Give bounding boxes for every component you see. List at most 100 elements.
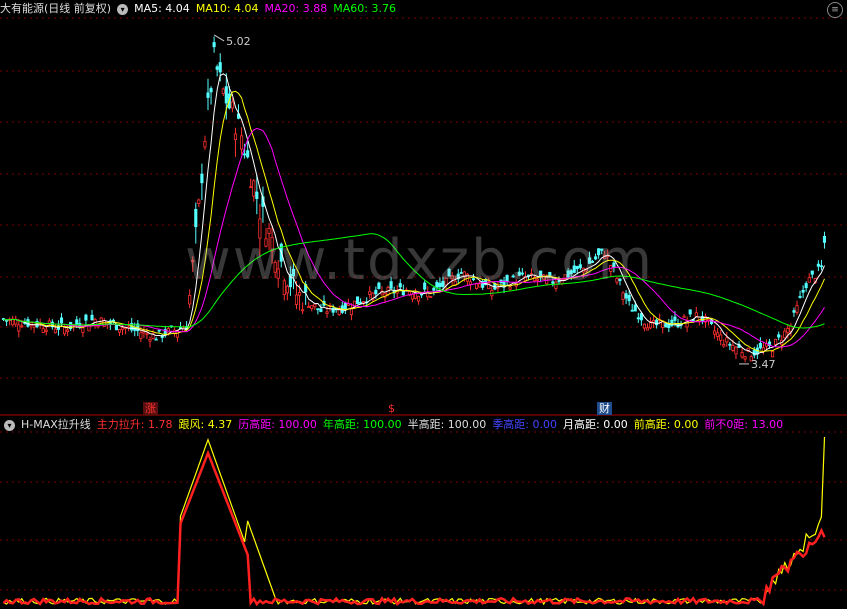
candle bbox=[346, 298, 350, 306]
candle bbox=[670, 315, 674, 328]
candle bbox=[621, 291, 625, 305]
ind-follow: 跟风: 4.37 bbox=[178, 418, 233, 431]
candle bbox=[50, 319, 54, 330]
event-badge-finance[interactable]: 财 bbox=[597, 402, 612, 415]
ind-hist-high: 历高距: 100.00 bbox=[238, 418, 317, 431]
ind-quarter-high: 季高距: 0.00 bbox=[492, 418, 558, 431]
candle bbox=[157, 329, 161, 333]
candle bbox=[11, 315, 15, 327]
candle bbox=[316, 308, 320, 315]
candle bbox=[209, 86, 213, 105]
candle bbox=[5, 319, 9, 326]
candle bbox=[59, 313, 64, 327]
chevron-down-icon[interactable]: ▾ bbox=[117, 3, 129, 15]
candle bbox=[200, 163, 204, 200]
candle bbox=[32, 324, 36, 334]
candle bbox=[755, 344, 759, 359]
moving-average-lines bbox=[3, 73, 825, 355]
candle bbox=[636, 312, 640, 323]
candle bbox=[355, 296, 360, 305]
candle bbox=[359, 298, 363, 304]
annotation-label: 5.02 bbox=[226, 35, 251, 48]
ind-main-rise: 主力拉升: 1.78 bbox=[96, 418, 173, 431]
candle bbox=[764, 339, 769, 350]
candle bbox=[804, 281, 808, 292]
candle bbox=[648, 317, 653, 330]
ma5-label: MA5: 4.04 bbox=[134, 2, 190, 15]
candle bbox=[685, 316, 689, 333]
candle bbox=[417, 295, 421, 305]
candle bbox=[319, 303, 323, 313]
candle bbox=[725, 331, 729, 347]
indicator-name[interactable]: H-MAX拉升线 bbox=[21, 418, 91, 431]
candle bbox=[349, 303, 353, 321]
candle bbox=[328, 302, 332, 312]
candle bbox=[706, 319, 711, 326]
candle bbox=[694, 306, 698, 318]
candle bbox=[233, 127, 238, 158]
ma60-label: MA60: 3.76 bbox=[333, 2, 396, 15]
candle bbox=[313, 303, 317, 310]
candle bbox=[261, 186, 265, 223]
candle bbox=[212, 36, 216, 53]
candle bbox=[688, 309, 692, 317]
candle bbox=[84, 313, 88, 326]
stock-title[interactable]: 大有能源(日线 前复权) bbox=[0, 2, 111, 15]
candle bbox=[664, 322, 668, 328]
chevron-down-icon[interactable]: ▾ bbox=[4, 419, 15, 431]
candle bbox=[178, 321, 183, 329]
candle bbox=[197, 198, 201, 208]
candle bbox=[719, 330, 723, 346]
candle bbox=[734, 346, 738, 360]
candle bbox=[630, 303, 634, 312]
candle bbox=[798, 290, 802, 299]
candle bbox=[661, 320, 665, 334]
event-badge-rise[interactable]: 涨 bbox=[143, 402, 158, 415]
price-annotation: 5.02 bbox=[213, 34, 251, 48]
candle bbox=[667, 319, 671, 333]
ma-line-ma5 bbox=[3, 73, 825, 355]
candle bbox=[117, 329, 122, 337]
candle bbox=[642, 323, 646, 332]
candle bbox=[56, 320, 61, 336]
candle bbox=[822, 231, 827, 249]
candle bbox=[652, 315, 656, 328]
candle bbox=[154, 337, 158, 341]
candle bbox=[142, 326, 146, 338]
candle bbox=[240, 127, 244, 155]
candle bbox=[716, 327, 720, 341]
ind-prev-high: 前高距: 0.00 bbox=[633, 418, 699, 431]
annotation-label: 3.47 bbox=[751, 358, 776, 371]
candle bbox=[249, 178, 253, 189]
candle bbox=[792, 307, 796, 317]
candle bbox=[429, 296, 433, 298]
candle bbox=[771, 350, 775, 358]
event-badge-dollar[interactable]: $ bbox=[386, 402, 397, 415]
candle bbox=[203, 135, 207, 150]
candle bbox=[160, 333, 164, 343]
candle bbox=[127, 321, 131, 332]
candle bbox=[69, 321, 73, 331]
candle bbox=[703, 313, 708, 328]
candle bbox=[148, 336, 152, 348]
candlestick-series bbox=[1, 36, 827, 363]
candle bbox=[819, 259, 823, 271]
watermark: www.tdxzb.com bbox=[185, 228, 655, 293]
candle bbox=[801, 285, 805, 299]
candle bbox=[29, 321, 33, 330]
menu-icon[interactable]: ≡ bbox=[827, 2, 843, 18]
candle bbox=[99, 316, 103, 324]
ind-prev-nonzero: 前不0距: 13.00 bbox=[704, 418, 784, 431]
candle bbox=[221, 87, 225, 96]
chart-canvas: 5.02 3.47 bbox=[0, 17, 847, 607]
candle bbox=[206, 78, 210, 111]
candle bbox=[371, 292, 375, 302]
candle bbox=[322, 295, 326, 307]
indicator-lines bbox=[2, 436, 826, 607]
candle bbox=[14, 315, 18, 328]
candle bbox=[795, 300, 799, 315]
candle bbox=[17, 318, 21, 338]
candle bbox=[8, 317, 12, 326]
ind-year-high: 年高距: 100.00 bbox=[322, 418, 402, 431]
indicator-header: ▾ H-MAX拉升线 主力拉升: 1.78 跟风: 4.37 历高距: 100.00 年高… bbox=[0, 416, 789, 434]
